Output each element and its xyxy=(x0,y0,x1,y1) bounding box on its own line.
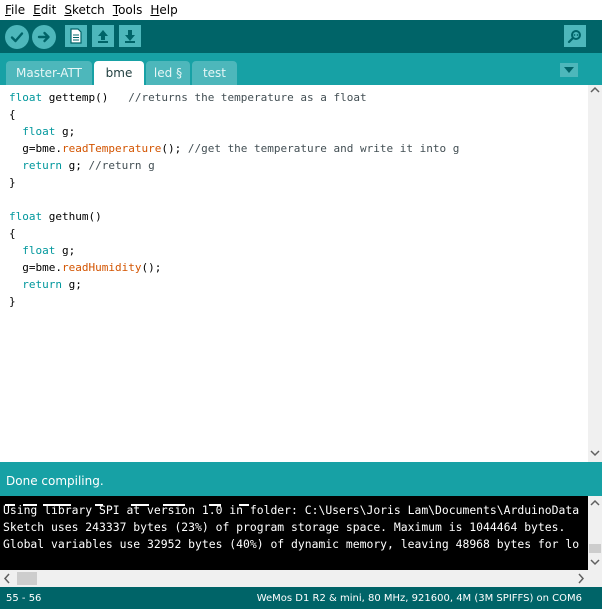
check-icon xyxy=(10,32,24,43)
code-line: { xyxy=(9,225,16,242)
tab-bme[interactable]: bme xyxy=(94,61,144,85)
code-token: float xyxy=(22,244,56,257)
footer-bar: 55 - 56 WeMos D1 R2 & mini, 80 MHz, 9216… xyxy=(0,587,602,609)
code-token: float xyxy=(9,91,43,104)
code-token: } xyxy=(9,176,16,189)
verify-button[interactable] xyxy=(5,25,29,49)
tab-test[interactable]: test xyxy=(192,61,237,85)
tab-master-att[interactable]: Master-ATT xyxy=(6,61,92,85)
code-token: readTemperature xyxy=(61,142,162,155)
code-token: return xyxy=(22,278,62,291)
hscroll-arrows xyxy=(3,573,585,584)
code-token: { xyxy=(9,108,16,121)
console-clipped-line xyxy=(3,496,263,506)
tab-led[interactable]: led § xyxy=(146,61,190,85)
tab-menu-button[interactable] xyxy=(560,63,578,77)
code-token: { xyxy=(9,227,16,240)
tab-label: test xyxy=(202,66,227,80)
magnifier-icon xyxy=(567,30,581,44)
toolbar xyxy=(0,20,602,53)
code-line: } xyxy=(9,293,16,310)
arrow-right-icon xyxy=(37,31,50,43)
code-line: float gettemp() //returns the temperatur… xyxy=(9,89,367,106)
code-line: } xyxy=(9,174,16,191)
console-scroll-arrows xyxy=(589,499,601,566)
code-editor[interactable]: float gettemp() //returns the temperatur… xyxy=(0,85,588,462)
code-token: } xyxy=(9,295,16,308)
status-bar: Done compiling. xyxy=(0,462,602,496)
console-line: Using library SPI at version 1.0 in fold… xyxy=(3,503,580,517)
code-token: return xyxy=(22,159,62,172)
board-info: WeMos D1 R2 & mini, 80 MHz, 921600, 4M (… xyxy=(256,593,582,604)
upload-button[interactable] xyxy=(32,25,56,49)
code-token: gethum() xyxy=(42,210,102,223)
code-line: return g; //return g xyxy=(9,157,155,174)
menu-edit[interactable]: Edit xyxy=(30,3,59,17)
code-line: { xyxy=(9,106,16,123)
menu-bar: File Edit Sketch Tools Help xyxy=(0,0,602,20)
console-line: Sketch uses 243337 bytes (23%) of progra… xyxy=(3,520,566,534)
code-line: g=bme.readTemperature(); //get the tempe… xyxy=(9,140,459,157)
code-line: float g; xyxy=(9,123,75,140)
editor-scrollbar[interactable] xyxy=(588,85,602,462)
menu-tools[interactable]: Tools xyxy=(110,3,146,17)
code-token: //get the temperature and write it into … xyxy=(187,142,460,155)
code-token: float xyxy=(9,210,43,223)
console-output[interactable]: Using library SPI at version 1.0 in fold… xyxy=(0,496,588,570)
tab-label: bme xyxy=(105,66,133,80)
status-message: Done compiling. xyxy=(6,474,104,488)
new-button[interactable] xyxy=(65,25,87,47)
code-token: gettemp() xyxy=(42,91,129,104)
open-button[interactable] xyxy=(92,25,114,47)
code-line: float gethum() xyxy=(9,208,102,225)
serial-monitor-button[interactable] xyxy=(564,25,586,47)
console-line: Global variables use 32952 bytes (40%) o… xyxy=(3,537,580,551)
menu-help[interactable]: Help xyxy=(147,3,180,17)
scroll-arrows xyxy=(590,86,600,457)
code-line: g=bme.readHumidity(); xyxy=(9,259,161,276)
hscroll-thumb[interactable] xyxy=(17,572,37,585)
code-token: g; xyxy=(62,159,89,172)
tab-strip: Master-ATT bme led § test xyxy=(0,53,602,85)
console-scrollbar[interactable] xyxy=(588,496,602,570)
tab-label: Master-ATT xyxy=(15,66,82,80)
scroll-up-icon xyxy=(590,86,600,93)
file-icon xyxy=(70,28,82,44)
code-token: (); xyxy=(141,261,162,274)
arrow-down-icon xyxy=(125,30,135,43)
console-horizontal-scrollbar[interactable] xyxy=(0,570,588,587)
menu-sketch[interactable]: Sketch xyxy=(61,3,107,17)
menu-file[interactable]: File xyxy=(2,3,28,17)
code-token: g=bme. xyxy=(9,261,62,274)
code-token: //return g xyxy=(88,159,155,172)
chevron-down-icon xyxy=(564,67,574,73)
code-token: //returns the temperature as a float xyxy=(128,91,367,104)
code-token: g=bme. xyxy=(9,142,62,155)
tab-label: led § xyxy=(153,66,183,80)
code-token: (); xyxy=(161,142,188,155)
code-token: readHumidity xyxy=(61,261,142,274)
scroll-down-icon xyxy=(590,450,600,457)
code-token: g; xyxy=(55,244,76,257)
code-token: g; xyxy=(62,278,82,291)
line-indicator: 55 - 56 xyxy=(6,593,42,604)
code-token: float xyxy=(22,125,56,138)
code-line: return g; xyxy=(9,276,82,293)
scroll-corner xyxy=(588,570,602,587)
code-token: g; xyxy=(55,125,76,138)
save-button[interactable] xyxy=(119,25,141,47)
code-line: float g; xyxy=(9,242,75,259)
arrow-up-icon xyxy=(98,30,108,43)
